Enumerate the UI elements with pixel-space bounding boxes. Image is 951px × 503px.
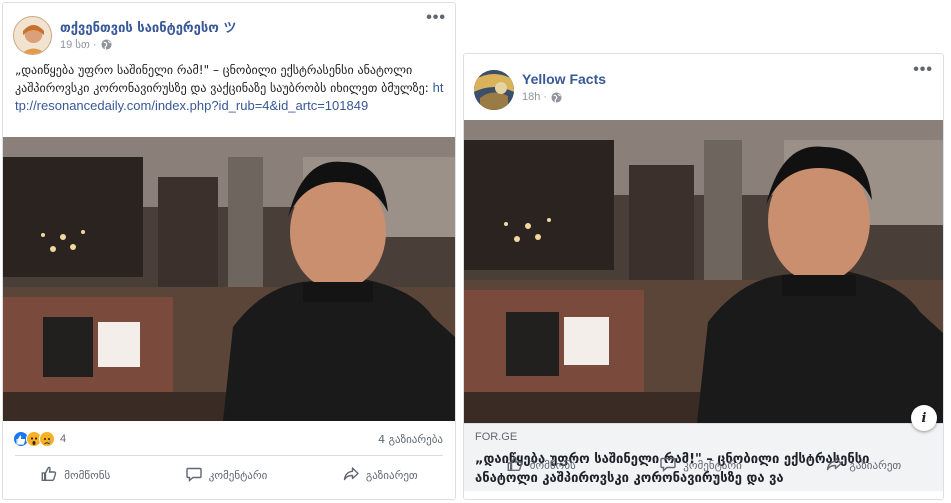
comment-icon [185,465,203,486]
preview-domain: FOR.GE [475,431,518,443]
thumbs-up-icon [506,455,524,476]
link-preview-image[interactable] [464,120,943,423]
sad-reaction-icon [39,431,55,447]
post-card: თქვენთვის საინტერესო ツ 19 სთ · ••• „დაიწ… [2,2,456,500]
globe-icon [101,39,112,50]
page-avatar[interactable] [13,16,52,55]
divider [15,455,443,456]
like-label: მომწონს [529,459,576,472]
share-count[interactable]: 4 გაზიარება [378,433,443,446]
share-button[interactable]: გაზიარეთ [825,455,901,476]
post-actions: მომწონს კომენტარი გაზიარეთ [464,455,943,476]
comment-label: კომენტარი [683,459,742,472]
page-name-link[interactable]: თქვენთვის საინტერესო ツ [60,17,236,36]
share-icon [342,465,360,486]
post-photo[interactable] [3,137,455,421]
comment-label: კომენტარი [208,469,268,482]
share-button[interactable]: გაზიარეთ [342,465,418,486]
comment-button[interactable]: კომენტარი [659,455,742,476]
more-options-icon[interactable]: ••• [913,61,933,79]
page-name-link[interactable]: Yellow Facts [522,71,606,87]
page-avatar[interactable] [474,70,514,110]
post-text: „დაიწყება უფრო საშინელი რამ!" – ცნობილი … [15,62,445,115]
thumbs-up-icon [40,465,58,486]
post-timestamp[interactable]: 19 სთ · [60,38,97,51]
post-meta: 18h · [522,91,562,103]
like-button[interactable]: მომწონს [506,455,576,476]
like-label: მომწონს [64,469,111,482]
post-card: Yellow Facts 18h · ••• i FOR.GE „დაიწყებ… [463,53,944,500]
like-button[interactable]: მომწონს [40,465,110,486]
comment-button[interactable]: კომენტარი [185,465,268,486]
post-actions: მომწონს კომენტარი გაზიარეთ [3,465,455,486]
share-label: გაზიარეთ [365,469,418,482]
post-meta: 19 სთ · [60,38,112,51]
share-icon [825,455,843,476]
reactions-summary[interactable]: 4 [13,431,66,447]
globe-icon [551,91,562,103]
more-options-icon[interactable]: ••• [426,9,446,27]
info-icon[interactable]: i [911,405,937,431]
reaction-count: 4 [60,433,67,445]
post-timestamp[interactable]: 18h · [522,91,547,103]
read-prefix: იხილეთ ბმულზე: [330,81,429,95]
comment-icon [659,455,677,476]
share-label: გაზიარეთ [849,459,902,472]
